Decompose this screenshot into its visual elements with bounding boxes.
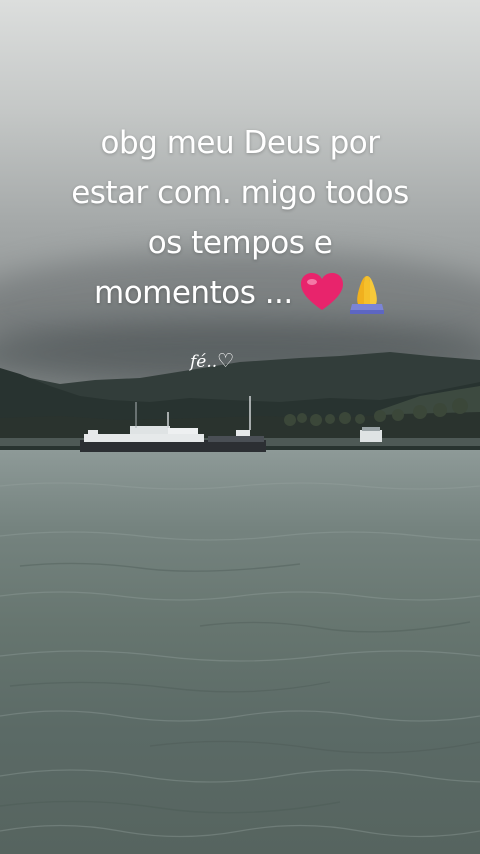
- story-scene: obg meu Deus por estar com. migo todos o…: [0, 0, 480, 854]
- water-ripples: [0, 482, 480, 838]
- caption-line: os tempos e: [147, 225, 333, 261]
- caption-emojis: [301, 273, 384, 314]
- mountain-coastline: [0, 352, 480, 452]
- caption-line: estar com. migo todos: [71, 175, 409, 211]
- pink-heart-icon: [301, 273, 343, 310]
- caption-line: obg meu Deus por: [100, 125, 380, 161]
- praying-hands-icon: [350, 276, 384, 314]
- signature-label: fé..: [190, 352, 218, 372]
- signature-text: fé..♡: [190, 350, 234, 372]
- heart-outline-icon: ♡: [217, 350, 235, 372]
